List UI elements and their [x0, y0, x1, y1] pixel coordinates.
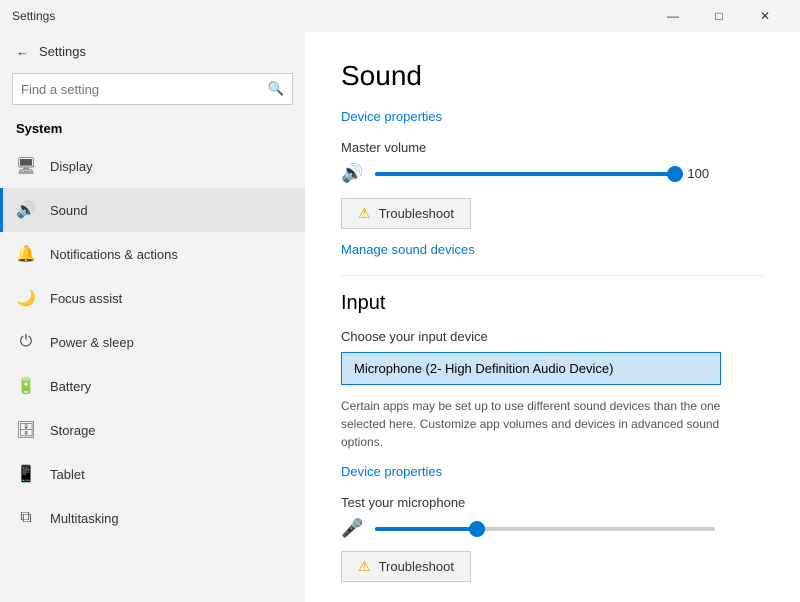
display-icon: 🖥 — [16, 156, 36, 176]
sidebar-section-label: System — [0, 115, 305, 144]
microphone-icon: 🎤 — [341, 518, 363, 539]
sidebar-item-notifications[interactable]: 🔔 Notifications & actions — [0, 232, 305, 276]
sidebar-item-label-display: Display — [50, 159, 93, 174]
sound-icon: 🔊 — [16, 200, 36, 220]
page-title: Sound — [341, 60, 764, 92]
sidebar-item-label-storage: Storage — [50, 423, 96, 438]
power-icon: ⏻ — [16, 332, 36, 352]
search-box: 🔍 — [12, 73, 293, 105]
warning-icon-2: ⚠ — [358, 558, 371, 575]
back-label: Settings — [39, 44, 86, 59]
sidebar-item-battery[interactable]: 🔋 Battery — [0, 364, 305, 408]
sidebar-item-label-focus: Focus assist — [50, 291, 122, 306]
sidebar: ← Settings 🔍 System 🖥 Display 🔊 Sound 🔔 Notif… — [0, 32, 305, 602]
section-divider — [341, 275, 764, 276]
input-title: Input — [341, 292, 764, 315]
sidebar-item-power[interactable]: ⏻ Power & sleep — [0, 320, 305, 364]
sidebar-item-multitasking[interactable]: ⧉ Multitasking — [0, 496, 305, 540]
sidebar-item-display[interactable]: 🖥 Display — [0, 144, 305, 188]
titlebar-title: Settings — [12, 9, 650, 23]
device-properties-link[interactable]: Device properties — [341, 109, 442, 124]
mic-level-slider[interactable] — [375, 527, 715, 531]
manage-sound-devices-link[interactable]: Manage sound devices — [341, 242, 475, 257]
mic-level-fill — [375, 527, 477, 531]
sidebar-item-label-sound: Sound — [50, 203, 88, 218]
search-input[interactable] — [13, 82, 260, 97]
sidebar-item-storage[interactable]: 🗄 Storage — [0, 408, 305, 452]
volume-value: 100 — [687, 166, 717, 181]
titlebar: Settings — □ ✕ — [0, 0, 800, 32]
sidebar-item-label-power: Power & sleep — [50, 335, 134, 350]
sidebar-item-sound[interactable]: 🔊 Sound — [0, 188, 305, 232]
troubleshoot-label: Troubleshoot — [379, 206, 454, 221]
app-container: ← Settings 🔍 System 🖥 Display 🔊 Sound 🔔 Notif… — [0, 32, 800, 602]
warning-icon: ⚠ — [358, 205, 371, 222]
device-properties-link-2[interactable]: Device properties — [341, 464, 442, 479]
volume-fill — [375, 172, 675, 176]
volume-slider[interactable] — [375, 172, 675, 176]
back-arrow-icon: ← — [16, 44, 29, 59]
volume-icon: 🔊 — [341, 163, 363, 184]
input-device-label: Choose your input device — [341, 329, 764, 344]
sidebar-item-focus[interactable]: 🌙 Focus assist — [0, 276, 305, 320]
notifications-icon: 🔔 — [16, 244, 36, 264]
storage-icon: 🗄 — [16, 420, 36, 440]
sidebar-item-label-battery: Battery — [50, 379, 91, 394]
mic-level-thumb[interactable] — [469, 521, 485, 537]
minimize-button[interactable]: — — [650, 0, 696, 32]
close-button[interactable]: ✕ — [742, 0, 788, 32]
info-text: Certain apps may be set up to use differ… — [341, 397, 764, 451]
volume-thumb[interactable] — [667, 166, 683, 182]
content-area: Sound Device properties Master volume 🔊 … — [305, 32, 800, 602]
input-device-value: Microphone (2- High Definition Audio Dev… — [354, 361, 613, 376]
master-volume-label: Master volume — [341, 140, 764, 155]
sidebar-item-label-multitasking: Multitasking — [50, 511, 119, 526]
troubleshoot-label-2: Troubleshoot — [379, 559, 454, 574]
titlebar-controls: — □ ✕ — [650, 0, 788, 32]
volume-row: 🔊 100 — [341, 163, 764, 184]
multitasking-icon: ⧉ — [16, 508, 36, 528]
test-mic-label: Test your microphone — [341, 495, 764, 510]
troubleshoot-button[interactable]: ⚠ Troubleshoot — [341, 198, 471, 229]
search-icon: 🔍 — [268, 81, 285, 97]
sidebar-item-label-notifications: Notifications & actions — [50, 247, 178, 262]
sidebar-item-tablet[interactable]: 📱 Tablet — [0, 452, 305, 496]
sidebar-items-container: 🖥 Display 🔊 Sound 🔔 Notifications & actions 🌙 F… — [0, 144, 305, 540]
search-button[interactable]: 🔍 — [260, 73, 292, 105]
troubleshoot-button-2[interactable]: ⚠ Troubleshoot — [341, 551, 471, 582]
tablet-icon: 📱 — [16, 464, 36, 484]
input-device-dropdown[interactable]: Microphone (2- High Definition Audio Dev… — [341, 352, 721, 385]
focus-icon: 🌙 — [16, 288, 36, 308]
back-button[interactable]: ← Settings — [0, 36, 305, 67]
mic-row: 🎤 — [341, 518, 764, 539]
sidebar-item-label-tablet: Tablet — [50, 467, 85, 482]
battery-icon: 🔋 — [16, 376, 36, 396]
maximize-button[interactable]: □ — [696, 0, 742, 32]
